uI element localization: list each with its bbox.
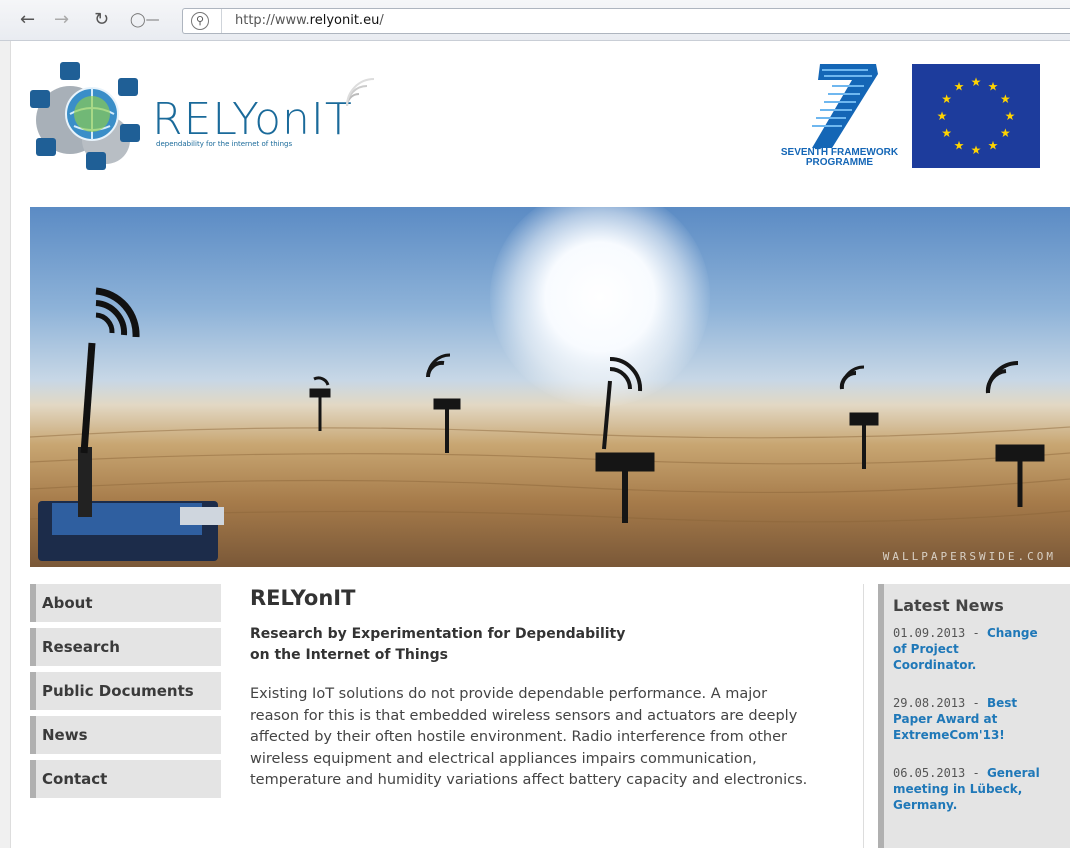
brand-tagline: dependability for the internet of things	[156, 140, 293, 148]
globe-icon: ⚲	[191, 12, 209, 30]
news-separator: -	[965, 696, 987, 710]
signal-icon	[346, 78, 375, 107]
url-text[interactable]: http://www.relyonit.eu/	[235, 13, 384, 28]
eu-star-icon: ★	[941, 126, 952, 140]
intro-paragraph: Existing IoT solutions do not provide de…	[250, 686, 808, 788]
news-separator: -	[965, 766, 987, 780]
eu-star-icon: ★	[954, 138, 965, 152]
eu-star-icon: ★	[937, 109, 948, 123]
forward-icon[interactable]: →	[54, 10, 69, 30]
eu-star-icon: ★	[988, 138, 999, 152]
subtitle-line1: Research by Experimentation for Dependab…	[250, 626, 626, 642]
brand-name[interactable]: RELYonIT	[152, 98, 353, 142]
main-content: RELYonIT Research by Experimentation for…	[250, 584, 850, 792]
url-suffix: /	[379, 13, 384, 28]
hero-watermark: WALLPAPERSWIDE.COM	[882, 550, 1056, 563]
eu-star-icon: ★	[1000, 92, 1011, 106]
hero-banner: WALLPAPERSWIDE.COM	[30, 207, 1070, 567]
nav-item-about[interactable]: About	[30, 584, 221, 622]
main-nav: About Research Public Documents News Con…	[30, 584, 221, 804]
key-icon[interactable]: ◯—	[130, 10, 160, 30]
news-item: 01.09.2013 - Change of Project Coordinat…	[893, 625, 1043, 673]
fp7-label: SEVENTH FRAMEWORK PROGRAMME	[772, 148, 907, 168]
page-title: RELYonIT	[250, 586, 356, 610]
browser-toolbar: ← → ↻ ◯— ⚲ http://www.relyonit.eu/	[0, 0, 1070, 41]
url-prefix: http://www.	[235, 13, 310, 28]
eu-star-icon: ★	[941, 92, 952, 106]
back-icon[interactable]: ←	[20, 10, 35, 30]
news-title: Latest News	[893, 596, 1004, 615]
news-date: 01.09.2013	[893, 626, 966, 640]
eu-stars-icon: ★ ★★★★★★★★★★★	[937, 75, 1016, 157]
news-item: 06.05.2013 - General meeting in Lübeck, …	[893, 765, 1043, 813]
subtitle-line2: on the Internet of Things	[250, 647, 449, 663]
sensor-nodes-art	[30, 287, 1070, 561]
eu-star-icon: ★	[1005, 109, 1016, 123]
page-edge	[0, 41, 11, 848]
nav-item-contact[interactable]: Contact	[30, 760, 221, 798]
eu-flag[interactable]: ★ ★ ★ ★ ★ ★ ★ ★ ★ ★ ★ ★	[912, 64, 1040, 168]
nav-item-news[interactable]: News	[30, 716, 221, 754]
page-subtitle: Research by Experimentation for Dependab…	[250, 624, 710, 666]
eu-star-icon: ★	[971, 143, 982, 157]
address-bar[interactable]: ⚲ http://www.relyonit.eu/	[182, 8, 1070, 34]
news-separator: -	[965, 626, 987, 640]
nav-item-public-documents[interactable]: Public Documents	[30, 672, 221, 710]
eu-star-icon: ★	[971, 75, 982, 89]
eu-star-icon: ★	[988, 80, 999, 94]
eu-star-icon: ★	[954, 80, 965, 94]
nav-item-research[interactable]: Research	[30, 628, 221, 666]
content-divider	[863, 584, 864, 848]
address-separator	[221, 9, 222, 33]
latest-news-panel: Latest News 01.09.2013 - Change of Proje…	[878, 584, 1070, 848]
url-domain: relyonit.eu	[309, 13, 380, 28]
news-item: 29.08.2013 - Best Paper Award at Extreme…	[893, 695, 1043, 743]
fp7-line2: PROGRAMME	[805, 157, 874, 168]
news-date: 06.05.2013	[893, 766, 966, 780]
reload-icon[interactable]: ↻	[94, 10, 109, 30]
news-date: 29.08.2013	[893, 696, 966, 710]
gear-globe-logo[interactable]	[30, 62, 148, 172]
eu-star-icon: ★	[1000, 126, 1011, 140]
